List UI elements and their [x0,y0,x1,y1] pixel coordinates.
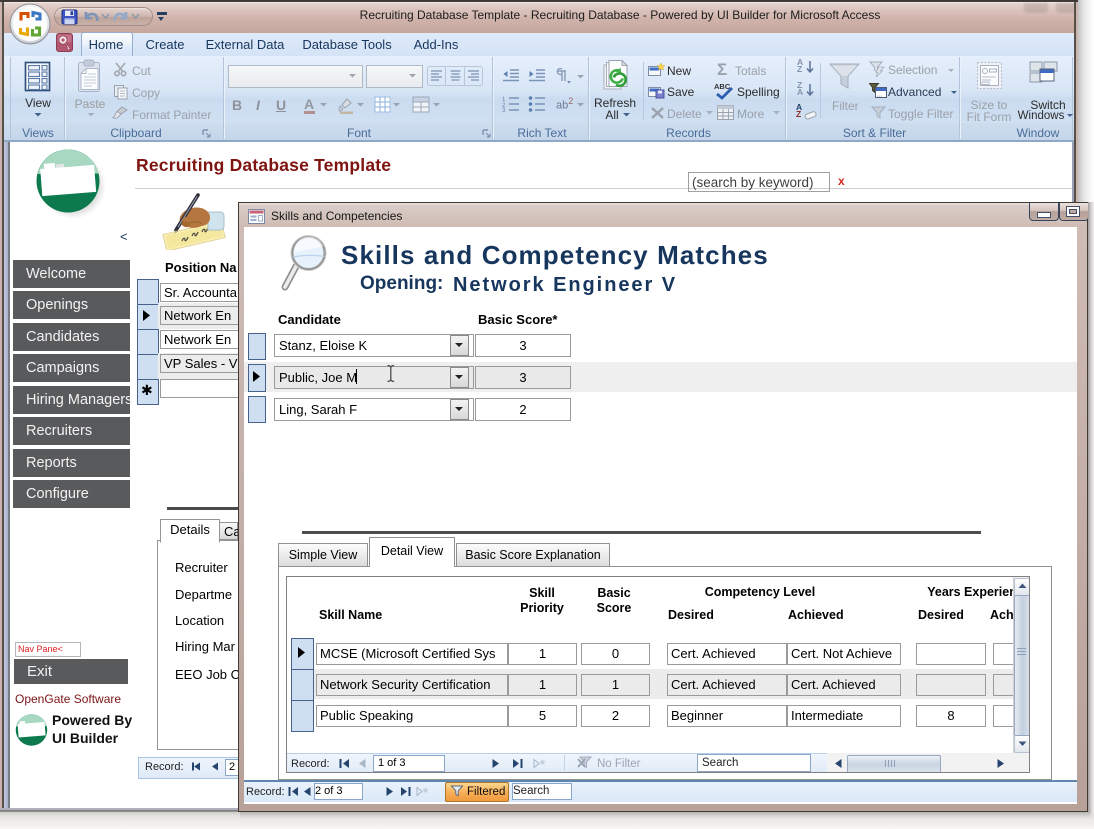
svg-text:...: ... [877,93,882,99]
svg-text:ABC: ABC [714,82,731,91]
svg-text:3: 3 [502,108,506,112]
